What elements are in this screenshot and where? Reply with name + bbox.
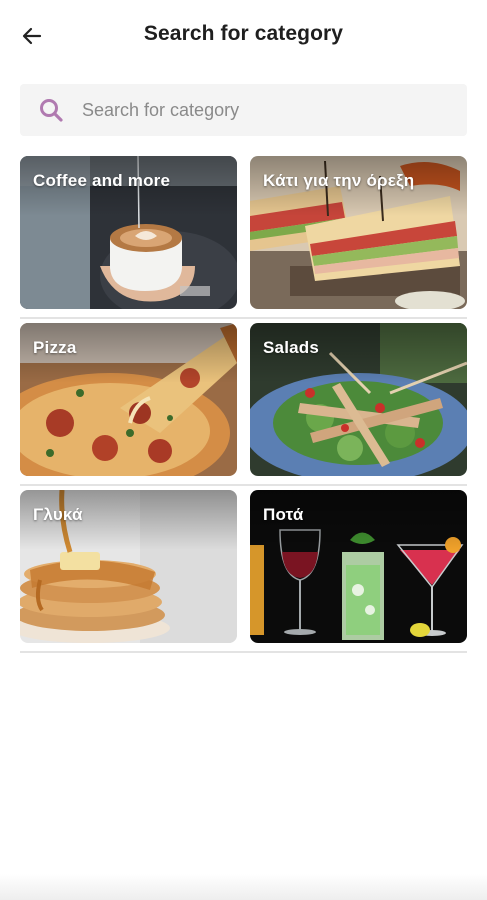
row-divider (20, 651, 467, 653)
category-label: Γλυκά (33, 505, 83, 524)
page-title: Search for category (143, 22, 344, 45)
row-divider (20, 484, 467, 486)
category-label: Salads (263, 338, 320, 357)
category-label: Κάτι για την όρεξη (263, 171, 415, 190)
search-bar[interactable] (20, 84, 467, 136)
category-row: Coffee and more Κάτι για την όρεξη (20, 156, 467, 323)
category-label: Pizza (33, 338, 77, 357)
top-bar: Search for category (0, 0, 487, 72)
search-input[interactable] (82, 99, 442, 121)
category-card-coffee[interactable]: Coffee and more (20, 156, 237, 309)
category-label: Coffee and more (33, 171, 171, 190)
category-card-pizza[interactable]: Pizza (20, 323, 237, 476)
category-row: Γλυκά Ποτά (20, 490, 467, 657)
category-card-drinks[interactable]: Ποτά (250, 490, 467, 643)
category-label: Ποτά (263, 505, 304, 524)
category-card-desserts[interactable]: Γλυκά (20, 490, 237, 643)
search-icon (38, 97, 64, 123)
category-row: Pizza Salads (20, 323, 467, 490)
bottom-edge-shadow (0, 874, 487, 900)
category-card-appetizers[interactable]: Κάτι για την όρεξη (250, 156, 467, 309)
category-search-screen: Search for category Search for category … (0, 0, 487, 900)
category-grid: Coffee and more Κάτι για την όρεξη Pizza… (20, 156, 467, 657)
row-divider (20, 317, 467, 319)
category-card-salads[interactable]: Salads (250, 323, 467, 476)
